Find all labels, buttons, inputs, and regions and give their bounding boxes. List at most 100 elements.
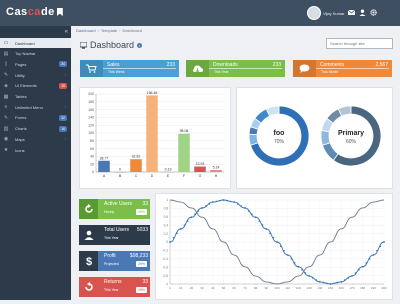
data-point[interactable] — [237, 203, 238, 204]
data-point[interactable] — [333, 283, 334, 284]
data-point[interactable] — [191, 216, 193, 218]
sidebar-item-utility[interactable]: ✎Utility› — [0, 70, 71, 80]
data-point[interactable] — [176, 233, 177, 234]
donut-slice[interactable] — [249, 134, 258, 145]
data-point[interactable] — [276, 241, 278, 243]
stat-card-comments[interactable]: Comments2,567This Month — [293, 60, 392, 77]
sidebar-item-top-navbar[interactable]: ▤Top Navbar — [0, 49, 71, 59]
data-point[interactable] — [280, 246, 281, 247]
data-point[interactable] — [180, 228, 182, 230]
stat-card-sales[interactable]: Sales233This Week — [80, 60, 179, 77]
donut-slice[interactable] — [321, 130, 330, 145]
data-point[interactable] — [219, 200, 220, 201]
data-point[interactable] — [323, 282, 324, 283]
data-point[interactable] — [248, 210, 249, 211]
data-point[interactable] — [262, 224, 263, 225]
data-point[interactable] — [372, 254, 374, 256]
donut-slice[interactable] — [322, 143, 338, 160]
data-point[interactable] — [340, 281, 342, 283]
data-point[interactable] — [265, 228, 267, 230]
bar[interactable] — [146, 95, 158, 172]
data-point[interactable] — [291, 258, 292, 259]
data-point[interactable] — [273, 237, 274, 238]
data-point[interactable] — [201, 207, 203, 209]
data-point[interactable] — [173, 237, 174, 238]
data-point[interactable] — [194, 213, 195, 214]
data-point[interactable] — [226, 200, 227, 201]
data-point[interactable] — [230, 201, 231, 202]
data-point[interactable] — [376, 250, 377, 251]
sidebar-item-pages[interactable]: ▯Pages34 — [0, 59, 71, 69]
data-point[interactable] — [258, 220, 259, 221]
gear-icon[interactable] — [369, 8, 378, 17]
data-point[interactable] — [316, 279, 317, 280]
data-point[interactable] — [287, 254, 289, 256]
data-point[interactable] — [351, 275, 353, 277]
bar[interactable] — [178, 134, 190, 172]
data-point[interactable] — [305, 272, 306, 273]
bar[interactable] — [194, 167, 206, 172]
breadcrumb-link-dashboard[interactable]: Dashboard — [76, 28, 96, 33]
data-point[interactable] — [337, 282, 338, 283]
data-point[interactable] — [251, 213, 252, 214]
data-point[interactable] — [326, 283, 327, 284]
data-point[interactable] — [308, 275, 310, 277]
bar[interactable] — [130, 159, 142, 172]
data-point[interactable] — [294, 262, 295, 263]
data-point[interactable] — [312, 277, 313, 278]
data-point[interactable] — [365, 262, 366, 263]
bar[interactable] — [98, 161, 110, 172]
info-icon[interactable]: i — [137, 43, 142, 48]
data-point[interactable] — [269, 233, 270, 234]
data-point[interactable] — [209, 203, 210, 204]
breadcrumb-link-template[interactable]: Template — [101, 28, 117, 33]
sidebar-item-dashboard[interactable]: ▭Dashboard — [0, 38, 71, 48]
data-point[interactable] — [244, 207, 246, 209]
data-point[interactable] — [362, 266, 364, 268]
download-icon — [186, 60, 209, 77]
mini-stat-total-users[interactable]: Total Users5033This Year — [79, 225, 150, 245]
search-input[interactable] — [326, 38, 393, 49]
sidebar-item-forms[interactable]: ✎Forms32 — [0, 113, 71, 123]
user-menu[interactable]: Vijay Kumar — [307, 6, 345, 20]
data-point[interactable] — [169, 241, 171, 243]
mail-icon[interactable] — [347, 8, 356, 17]
stat-card-downloads[interactable]: Downloads233This Year — [186, 60, 285, 77]
data-point[interactable] — [233, 201, 235, 203]
data-point[interactable] — [358, 269, 359, 270]
sidebar-item-maps[interactable]: ◉Maps› — [0, 134, 71, 144]
sidebar-item-tables[interactable]: ▦Tables — [0, 92, 71, 102]
data-point[interactable] — [380, 246, 381, 247]
mini-stat-returns[interactable]: Returns33This Year29% — [79, 277, 150, 297]
data-point[interactable] — [330, 283, 332, 285]
data-point[interactable] — [283, 250, 284, 251]
data-point[interactable] — [355, 272, 356, 273]
mini-stat-profit[interactable]: $Profit$98,233Projected29% — [79, 251, 150, 271]
data-point[interactable] — [198, 210, 199, 211]
sidebar-item-unlimited-menu[interactable]: ≡Unlimited Menu› — [0, 102, 71, 112]
mini-stat-active-users[interactable]: Active Users33Hourly29% — [79, 199, 150, 219]
data-point[interactable] — [212, 201, 214, 203]
sidebar-item-icons[interactable]: ★Icons — [0, 145, 71, 155]
data-point[interactable] — [344, 279, 345, 280]
data-point[interactable] — [187, 220, 188, 221]
data-point[interactable] — [319, 281, 321, 283]
wrench-icon: ✎ — [3, 72, 9, 78]
data-point[interactable] — [255, 216, 257, 218]
data-point[interactable] — [184, 224, 185, 225]
sidebar-item-charts[interactable]: ▥Charts16 — [0, 124, 71, 134]
data-point[interactable] — [298, 266, 300, 268]
data-point[interactable] — [301, 269, 302, 270]
data-point[interactable] — [369, 258, 370, 259]
data-point[interactable] — [205, 205, 206, 206]
data-point[interactable] — [348, 277, 349, 278]
data-point[interactable] — [241, 205, 242, 206]
sidebar-item-ui-elements[interactable]: ◈UI Elements15 — [0, 81, 71, 91]
collapse-icon[interactable]: « — [65, 29, 68, 35]
user-icon[interactable] — [358, 8, 367, 17]
brand-logo[interactable]: Cascade — [6, 6, 63, 18]
bar[interactable] — [210, 170, 222, 172]
data-point[interactable] — [216, 201, 217, 202]
data-point[interactable] — [223, 199, 225, 201]
data-point[interactable] — [383, 241, 385, 243]
